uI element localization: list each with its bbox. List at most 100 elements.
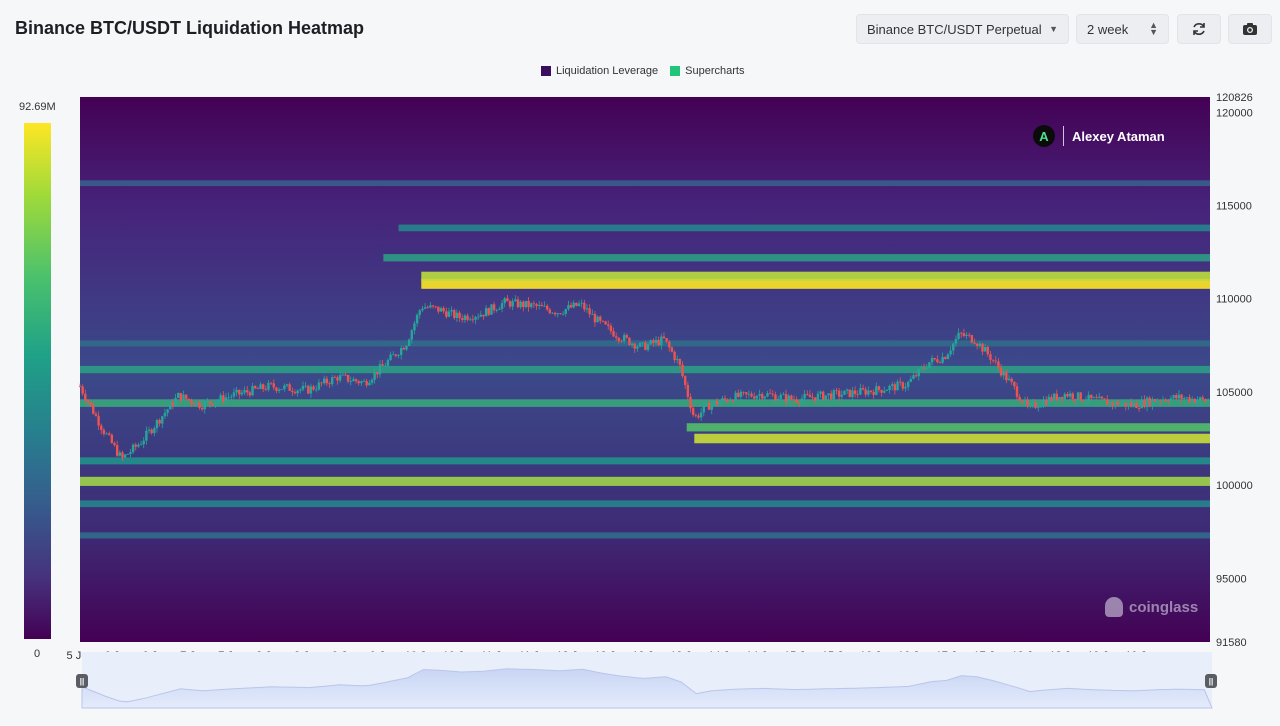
candle-body bbox=[1190, 398, 1194, 402]
candle-body bbox=[1145, 397, 1149, 407]
candle-body bbox=[407, 339, 411, 346]
candle-body bbox=[1172, 395, 1175, 399]
candle-body bbox=[713, 400, 716, 405]
candle-body bbox=[280, 389, 283, 390]
candle-body bbox=[691, 408, 695, 415]
candle-body bbox=[1095, 397, 1098, 399]
candle-body bbox=[123, 454, 127, 458]
candle-body bbox=[479, 314, 483, 317]
candle-body bbox=[1074, 399, 1077, 400]
candle-body bbox=[941, 356, 944, 363]
candle-body bbox=[954, 338, 958, 344]
candle-body bbox=[580, 302, 583, 304]
liquidation-band bbox=[80, 500, 1210, 508]
candle-body bbox=[851, 390, 854, 398]
candle-body bbox=[936, 359, 939, 363]
candle-body bbox=[429, 305, 432, 308]
candle-body bbox=[636, 346, 639, 349]
candle-body bbox=[458, 312, 461, 319]
candle-body bbox=[336, 377, 339, 381]
candle-body bbox=[362, 381, 366, 382]
candle-body bbox=[973, 342, 976, 344]
candle-body bbox=[195, 401, 198, 406]
candle-body bbox=[840, 394, 844, 397]
candle-body bbox=[484, 308, 488, 317]
candle-body bbox=[819, 391, 822, 394]
candle-body bbox=[561, 313, 565, 315]
candle-body bbox=[548, 309, 552, 314]
candle-body bbox=[323, 378, 326, 384]
candle-body bbox=[718, 401, 721, 405]
candle-body bbox=[166, 409, 169, 413]
candle-body bbox=[612, 331, 615, 337]
candle-body bbox=[760, 394, 764, 399]
candle-body bbox=[991, 359, 995, 361]
author-logo-icon: A bbox=[1033, 125, 1055, 147]
candle-body bbox=[665, 338, 668, 342]
candle-body bbox=[256, 388, 260, 390]
candle-body bbox=[1121, 402, 1125, 404]
candle-body bbox=[1026, 399, 1029, 406]
candle-body bbox=[750, 393, 753, 397]
liquidation-band bbox=[398, 224, 1210, 232]
candle-body bbox=[683, 376, 687, 385]
candle-body bbox=[293, 392, 297, 394]
candle-body bbox=[434, 306, 437, 308]
candle-body bbox=[1188, 397, 1191, 402]
candle-body bbox=[593, 313, 597, 323]
candle-body bbox=[734, 392, 737, 402]
candle-body bbox=[219, 395, 222, 401]
candle-body bbox=[246, 390, 249, 393]
candle-body bbox=[668, 341, 671, 348]
candle-body bbox=[1204, 399, 1207, 402]
candle-body bbox=[1037, 407, 1040, 409]
candle-body bbox=[283, 385, 286, 390]
candle-body bbox=[1103, 398, 1106, 400]
candle-body bbox=[1116, 401, 1120, 406]
candle-body bbox=[837, 390, 841, 397]
author-watermark: A Alexey Ataman bbox=[1033, 125, 1165, 147]
candle-body bbox=[399, 348, 403, 356]
candle-body bbox=[968, 334, 971, 336]
candle-body bbox=[1076, 392, 1080, 400]
candle-body bbox=[100, 425, 103, 430]
navigator-right-handle[interactable]: || bbox=[1205, 674, 1217, 688]
candle-body bbox=[1087, 394, 1090, 401]
candle-body bbox=[1092, 397, 1096, 399]
candle-body bbox=[243, 390, 246, 393]
candle-body bbox=[415, 314, 419, 324]
candle-body bbox=[312, 386, 315, 390]
candle-body bbox=[291, 390, 294, 393]
candle-body bbox=[155, 419, 159, 429]
candle-body bbox=[1063, 393, 1066, 400]
candle-body bbox=[1084, 400, 1088, 402]
heatmap-chart[interactable]: 120826 120000 115000 110000 105000 100000 9500… bbox=[0, 0, 1280, 726]
candle-body bbox=[755, 395, 759, 399]
candle-body bbox=[644, 342, 647, 350]
candle-body bbox=[676, 358, 679, 361]
navigator-left-handle[interactable]: || bbox=[76, 674, 88, 688]
candle-body bbox=[673, 351, 676, 361]
candle-body bbox=[625, 335, 628, 338]
candle-body bbox=[758, 394, 761, 396]
candle-body bbox=[766, 393, 769, 397]
y-tick-label: 100000 bbox=[1216, 480, 1253, 492]
candle-body bbox=[421, 308, 424, 311]
candle-body bbox=[829, 393, 833, 400]
candle-body bbox=[726, 399, 729, 402]
candle-body bbox=[1108, 402, 1112, 405]
candle-body bbox=[153, 428, 156, 434]
candle-body bbox=[867, 390, 870, 395]
y-tick-label: 110000 bbox=[1216, 294, 1252, 306]
candle-body bbox=[232, 392, 236, 397]
candle-body bbox=[498, 308, 501, 310]
candle-body bbox=[352, 379, 355, 382]
candle-body bbox=[670, 347, 674, 352]
candle-body bbox=[238, 389, 241, 395]
candle-body bbox=[431, 305, 435, 307]
candle-body bbox=[1177, 394, 1181, 399]
candle-body bbox=[1031, 402, 1035, 404]
candle-body bbox=[1183, 398, 1186, 400]
candle-body bbox=[461, 318, 464, 320]
candle-body bbox=[638, 343, 642, 347]
